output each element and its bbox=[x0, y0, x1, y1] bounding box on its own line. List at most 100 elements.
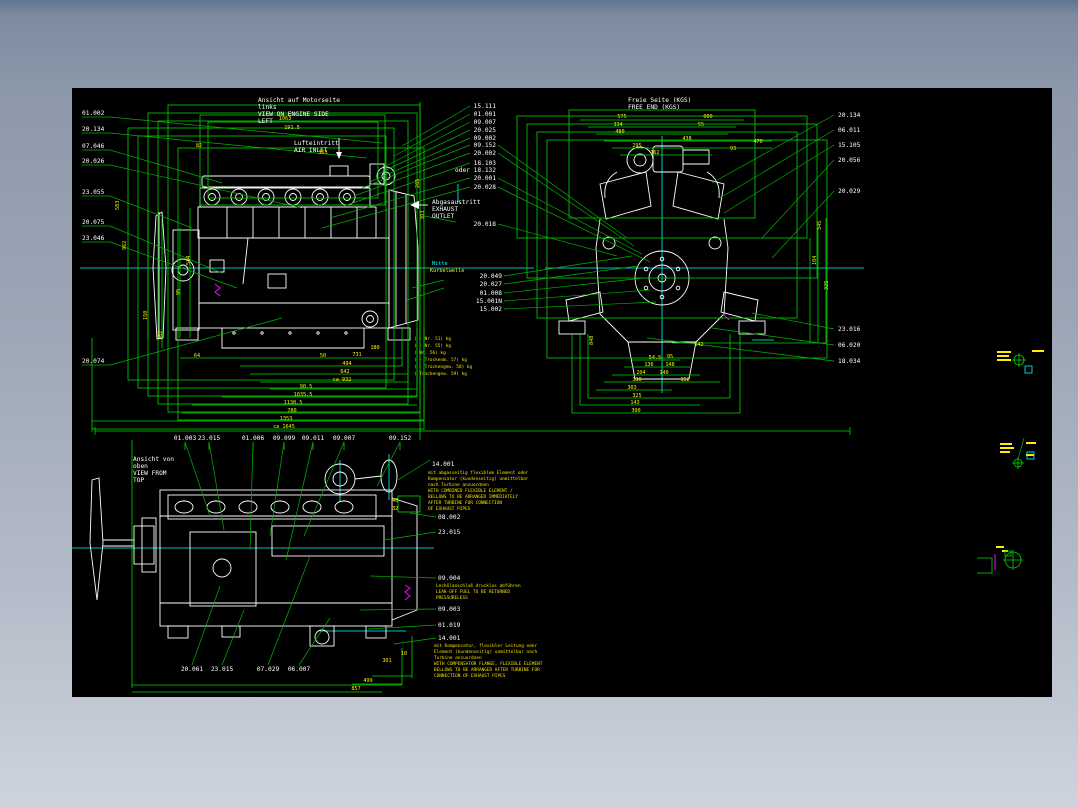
weights-line: ( - Trockenm. 57) kg bbox=[414, 357, 467, 363]
dim-value: 303 bbox=[627, 385, 636, 391]
note-line: BELLOWS TO BE ARRANGED IMMEDIATELY bbox=[428, 494, 518, 500]
note-line: OF EXHAUST PIPES bbox=[428, 506, 471, 512]
part-ref: 20.029 bbox=[838, 188, 861, 195]
dim-value: 499 bbox=[363, 678, 372, 684]
dim-value: 731 bbox=[352, 352, 361, 358]
dim-value: 390 bbox=[631, 408, 640, 414]
part-ref: 18.034 bbox=[838, 358, 861, 365]
part-ref: 14.001 bbox=[438, 635, 461, 642]
exhaust-label-en1: EXHAUST bbox=[432, 206, 458, 213]
weights-line: ( Trockengew. 59) kg bbox=[414, 371, 467, 377]
dim-value: 780 bbox=[287, 408, 296, 414]
dim-value: 575 bbox=[617, 114, 626, 120]
front-view-title-en: FREE END (KGS) bbox=[628, 104, 680, 111]
centerline-part-label: Kurbelwelle bbox=[430, 268, 464, 274]
part-ref: 01.008 bbox=[480, 290, 503, 297]
top-view-title-en2: TOP bbox=[133, 477, 144, 484]
dim-value: 32 bbox=[392, 506, 398, 512]
part-ref: 20.074 bbox=[82, 358, 105, 365]
dim-value: 150 bbox=[143, 311, 149, 320]
part-ref: 09.003 bbox=[438, 606, 461, 613]
dim-value: 93 bbox=[730, 146, 736, 152]
dim-value: ca 932 bbox=[333, 377, 352, 383]
dim-value: 40 bbox=[392, 498, 398, 504]
part-ref: 07.046 bbox=[82, 143, 105, 150]
dim-value: 1130.5 bbox=[284, 400, 303, 406]
dim-value: 857 bbox=[351, 686, 360, 692]
side-view-title-en: VIEW ON ENGINE SIDE bbox=[258, 111, 329, 118]
part-ref: oder 18.132 bbox=[455, 167, 496, 174]
part-ref: 09.152 bbox=[389, 435, 412, 442]
part-ref: 07.029 bbox=[257, 666, 280, 673]
part-ref: 20.056 bbox=[838, 157, 861, 164]
dim-value: 265 bbox=[415, 179, 421, 188]
side-view-title-en2: LEFT bbox=[258, 118, 273, 125]
part-ref: 09.011 bbox=[302, 435, 325, 442]
note-line: nach Turbine anzuordnen bbox=[428, 482, 489, 488]
part-ref: 15.001N bbox=[476, 298, 502, 305]
dim-value: 642 bbox=[340, 369, 349, 375]
part-ref: 20.026 bbox=[82, 158, 105, 165]
dim-value: 54.5 bbox=[649, 355, 662, 361]
part-ref: 08.002 bbox=[438, 514, 461, 521]
dim-value: 55 bbox=[698, 122, 704, 128]
front-view-title-de: Freie Seite (KGS) bbox=[628, 97, 691, 104]
dim-value: 104 bbox=[812, 256, 818, 265]
part-ref: 20.061 bbox=[181, 666, 204, 673]
dim-value: 325 bbox=[632, 393, 641, 399]
part-ref: 20.002 bbox=[474, 150, 497, 157]
dim-value: 470 bbox=[753, 139, 762, 145]
dim-value: 302 bbox=[158, 331, 164, 340]
part-ref: 01.001 bbox=[474, 111, 497, 118]
dim-value: 303 bbox=[420, 211, 426, 220]
part-ref: 23.015 bbox=[438, 529, 461, 536]
part-ref: 06.007 bbox=[288, 666, 311, 673]
cad-viewer-page: { "colors":{"background_top":"#5f7590","… bbox=[0, 0, 1078, 808]
dim-frame-side-view bbox=[91, 102, 851, 440]
note-line: Leckölanschluß drucklos abführen bbox=[436, 583, 521, 589]
note-line: LEAK-OFF FUEL TO BE RETURNED bbox=[436, 589, 510, 595]
dim-value: ca 1645 bbox=[273, 424, 295, 430]
dim-value: 95 bbox=[667, 354, 673, 360]
drawing-canvas: Ansicht auf Motorseite links VIEW ON ENG… bbox=[72, 88, 1052, 697]
air-inlet-label-de: Lufteintritt bbox=[294, 140, 339, 147]
dim-value: 583 bbox=[115, 201, 121, 210]
part-ref: 01.019 bbox=[438, 622, 461, 629]
dim-value: 848 bbox=[589, 336, 595, 345]
part-ref: 23.015 bbox=[211, 666, 234, 673]
engine-drawing: Ansicht auf Motorseite links VIEW ON ENG… bbox=[72, 97, 1044, 693]
weights-line: ( Nr. 56) kg bbox=[414, 350, 446, 356]
dim-value: 600 bbox=[703, 114, 712, 120]
dim-value: 295 bbox=[632, 143, 641, 149]
dim-value: 363 bbox=[318, 150, 327, 156]
dim-value: 64 bbox=[194, 353, 200, 359]
part-ref: 20.028 bbox=[474, 184, 497, 191]
detail-symbol-a bbox=[997, 350, 1044, 374]
dim-value: 584 bbox=[186, 256, 192, 265]
weights-line: ( - Nr. 51) kg bbox=[414, 336, 451, 342]
part-ref: 20.001 bbox=[474, 175, 497, 182]
top-view-title-de2: oben bbox=[133, 463, 148, 470]
dim-value: 494 bbox=[342, 361, 351, 367]
centerlines bbox=[72, 136, 864, 632]
accent-marks bbox=[214, 283, 730, 601]
note-line: Kompensator (kundenseitig) unmittelbar bbox=[428, 476, 529, 482]
part-ref: 23.016 bbox=[838, 326, 861, 333]
dim-value: 180 bbox=[370, 345, 379, 351]
part-ref: 09.099 bbox=[273, 435, 296, 442]
part-ref: 18.103 bbox=[474, 160, 497, 167]
top-view-title-de: Ansicht von bbox=[133, 456, 174, 463]
weights-line: ( - Nr. 55) kg bbox=[414, 343, 451, 349]
part-ref: 06.011 bbox=[838, 127, 861, 134]
exhaust-label-de: Abgasaustritt bbox=[432, 199, 481, 206]
part-ref: 15.002 bbox=[480, 306, 503, 313]
part-ref: 06.020 bbox=[838, 342, 861, 349]
dim-value: 301 bbox=[382, 658, 391, 664]
part-ref: 01.002 bbox=[82, 110, 105, 117]
part-ref: 23.055 bbox=[82, 189, 105, 196]
note-line: CONNECTION OF EXHAUST PIPES bbox=[434, 673, 506, 679]
part-ref: 23.015 bbox=[198, 435, 221, 442]
dim-value: 1035.5 bbox=[294, 392, 313, 398]
dim-value: 10 bbox=[401, 651, 407, 657]
part-ref: 01.003 bbox=[174, 435, 197, 442]
